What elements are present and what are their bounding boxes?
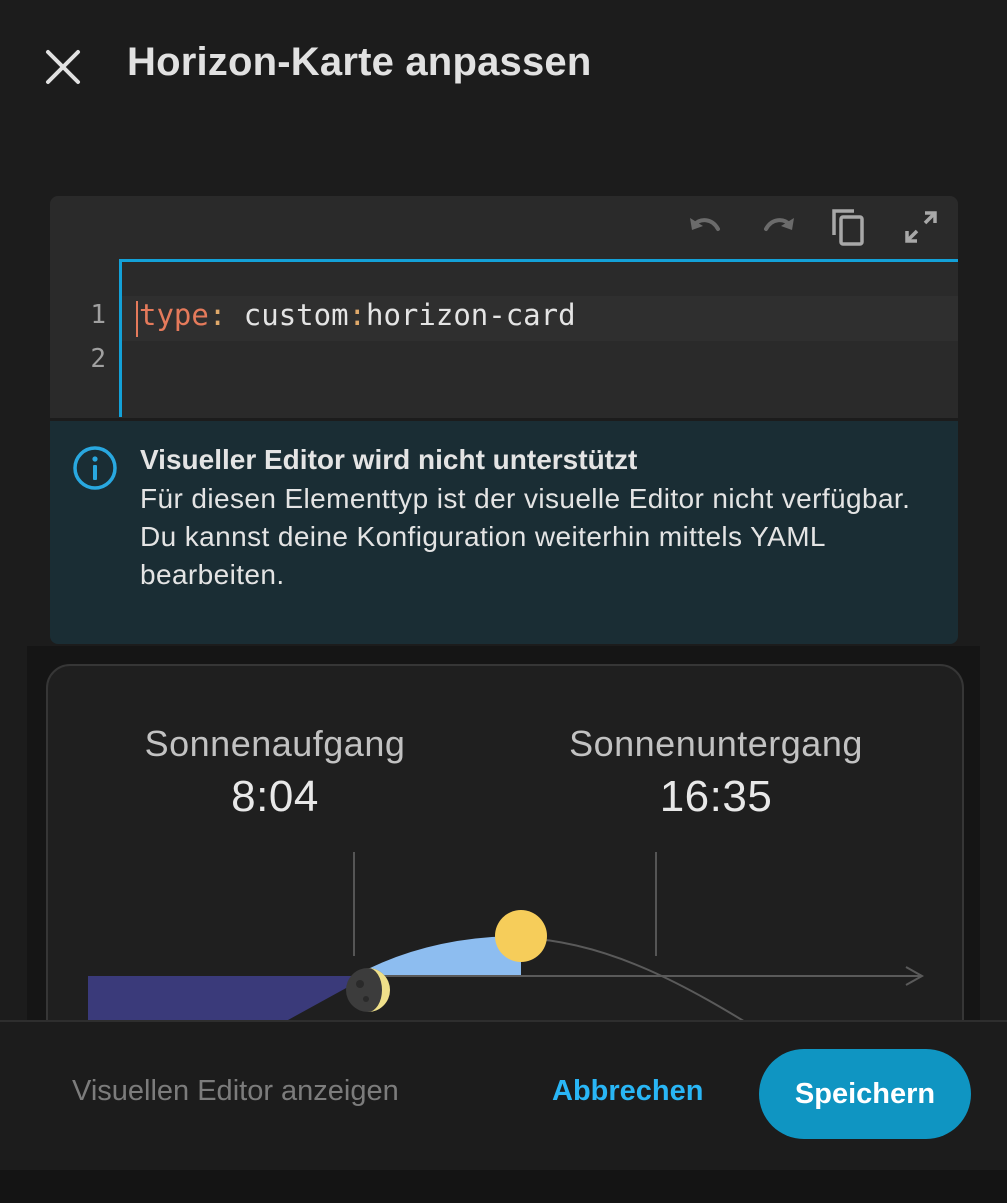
- cancel-button[interactable]: Abbrechen: [552, 1075, 703, 1108]
- yaml-key: type: [139, 298, 209, 332]
- yaml-value: horizon-card: [366, 298, 576, 332]
- dialog-header: Horizon-Karte anpassen: [0, 0, 1007, 140]
- show-visual-editor-button[interactable]: Visuellen Editor anzeigen: [72, 1075, 399, 1108]
- yaml-value-colon: :: [348, 298, 367, 332]
- fullscreen-button[interactable]: [899, 205, 943, 249]
- undo-button[interactable]: [684, 205, 728, 249]
- bottom-navigation-bar: [0, 1170, 1007, 1203]
- code-line-1[interactable]: type: custom:horizon-card: [139, 298, 576, 332]
- redo-button[interactable]: [756, 205, 800, 249]
- copy-icon: [832, 209, 864, 246]
- sun-icon: [495, 910, 547, 962]
- alert-line-1: Für diesen Elementtyp ist der visuelle E…: [140, 483, 911, 514]
- yaml-colon: :: [208, 298, 227, 332]
- undo-icon: [690, 218, 720, 231]
- yaml-value-prefix: custom: [243, 298, 349, 332]
- redo-icon: [764, 218, 794, 231]
- fullscreen-icon: [905, 211, 937, 243]
- text-caret: [136, 301, 138, 337]
- moon-icon: [346, 968, 390, 1012]
- line-number: 2: [90, 344, 106, 374]
- line-number: 1: [90, 300, 106, 330]
- info-icon: [71, 444, 119, 492]
- editor-focus-border: [119, 259, 958, 262]
- alert-line-2: Du kannst deine Konfiguration weiterhin …: [140, 521, 825, 590]
- alert-title: Visueller Editor wird nicht unterstützt: [140, 444, 638, 475]
- close-icon: [46, 50, 80, 84]
- save-button[interactable]: Speichern: [759, 1049, 971, 1139]
- dialog-title: Horizon-Karte anpassen: [127, 40, 592, 84]
- close-button[interactable]: [40, 44, 86, 90]
- alert-message: Für diesen Elementtyp ist der visuelle E…: [140, 480, 940, 594]
- copy-button[interactable]: [828, 205, 872, 249]
